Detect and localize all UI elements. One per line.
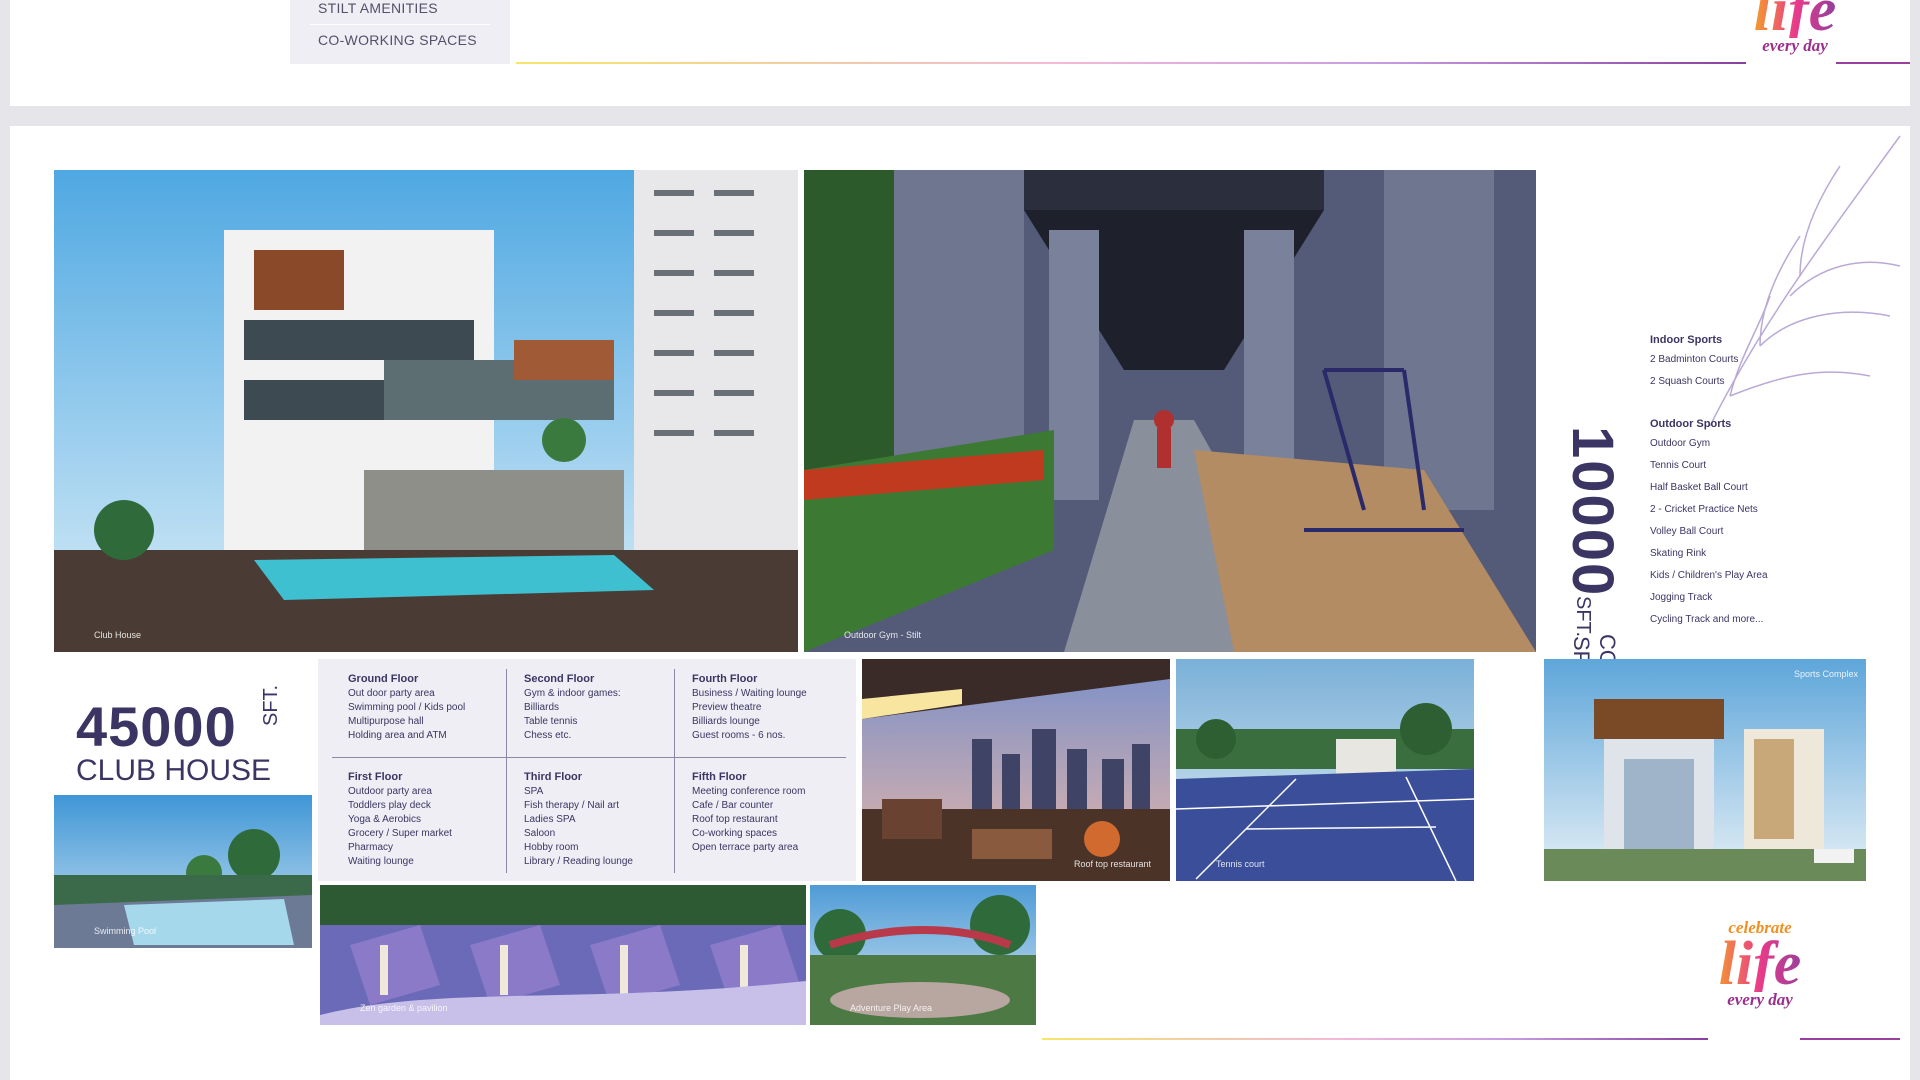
logo-word: life: [1710, 933, 1810, 995]
floor-block-fifth: Fifth Floor Meeting conference room Cafe…: [692, 771, 805, 855]
sport-item: 2 - Cricket Practice Nets: [1650, 504, 1758, 515]
roof-top-restaurant-photo: Roof top restaurant: [862, 659, 1170, 881]
floor-block-third: Third Floor SPA Fish therapy / Nail art …: [524, 771, 633, 869]
floor-item: Waiting lounge: [348, 856, 414, 867]
adventure-play-photo: Adventure Play Area: [810, 885, 1036, 1025]
photo-caption: Tennis court: [1216, 859, 1265, 869]
floor-block-ground: Ground Floor Out door party area Swimmin…: [348, 673, 465, 743]
floors-panel: Ground Floor Out door party area Swimmin…: [318, 659, 856, 881]
gradient-rule: [1042, 1038, 1708, 1040]
photo-caption: Adventure Play Area: [850, 1003, 933, 1013]
swimming-pool-photo: Swimming Pool: [54, 795, 312, 948]
floor-item: Multipurpose hall: [348, 716, 424, 727]
floor-item: Fish therapy / Nail art: [524, 800, 620, 811]
amenities-list-box: STILT AMENITIES CO-WORKING SPACES: [290, 0, 510, 64]
gradient-rule: [516, 62, 1746, 64]
floor-item: Pharmacy: [348, 842, 394, 853]
photo-caption: Zen garden & pavilion: [360, 1003, 448, 1013]
floor-item: Yoga & Aerobics: [348, 814, 422, 825]
celebrate-life-logo-top: life every day: [1750, 0, 1840, 54]
sport-item: 2 Badminton Courts: [1650, 354, 1739, 365]
floor-title: First Floor: [348, 771, 403, 783]
sport-item: Outdoor Gym: [1650, 438, 1711, 449]
floor-title: Second Floor: [524, 673, 595, 685]
club-house-photo: Club House: [54, 170, 798, 652]
gradient-rule-end: [1836, 62, 1910, 64]
floor-item: Grocery / Super market: [348, 828, 452, 839]
floor-item: Co-working spaces: [692, 828, 778, 839]
indoor-sports-heading: Indoor Sports: [1650, 334, 1723, 346]
floor-item: Hobby room: [524, 842, 579, 853]
floor-item: Chess etc.: [524, 730, 572, 741]
floor-item: Gym & indoor games:: [524, 688, 621, 699]
floor-item: Roof top restaurant: [692, 814, 778, 825]
sports-area-unit: SFT.: [1572, 596, 1594, 638]
floor-title: Fourth Floor: [692, 673, 758, 685]
sports-area-number: 10000: [1560, 426, 1625, 598]
floor-item: SPA: [524, 786, 544, 797]
gradient-rule-end: [1800, 1038, 1900, 1040]
logo-tagline: every day: [1762, 36, 1828, 55]
amenity-divider: [310, 24, 490, 25]
floor-item: Swimming pool / Kids pool: [348, 702, 466, 713]
floor-item: Out door party area: [348, 688, 435, 699]
floor-block-fourth: Fourth Floor Business / Waiting lounge P…: [692, 673, 807, 743]
floor-item: Business / Waiting lounge: [692, 688, 807, 699]
sports-complex-photo: Sports Complex: [1544, 659, 1866, 881]
club-house-area-number: 45000: [76, 695, 237, 758]
floor-item: Outdoor party area: [348, 786, 432, 797]
photo-caption: Sports Complex: [1794, 669, 1859, 679]
floor-item: Cafe / Bar counter: [692, 800, 774, 811]
zen-garden-photo: Zen garden & pavilion: [320, 885, 806, 1025]
photo-caption: Outdoor Gym - Stilt: [844, 630, 922, 640]
outdoor-sports-heading: Outdoor Sports: [1650, 418, 1732, 430]
indoor-sports-list: Indoor Sports 2 Badminton Courts 2 Squas…: [1650, 334, 1738, 398]
sport-item: 2 Squash Courts: [1650, 376, 1725, 387]
photo-caption: Roof top restaurant: [1074, 859, 1152, 869]
floor-title: Ground Floor: [348, 673, 419, 685]
sport-item: Volley Ball Court: [1650, 526, 1724, 537]
floor-item: Guest rooms - 6 nos.: [692, 730, 786, 741]
tennis-court-photo: Tennis court: [1176, 659, 1474, 881]
photo-caption: Club House: [94, 630, 142, 640]
row-divider: [332, 757, 846, 758]
outdoor-gym-photo: Outdoor Gym - Stilt: [804, 170, 1536, 652]
floor-item: Saloon: [524, 828, 556, 839]
sport-item: Kids / Children's Play Area: [1650, 570, 1768, 581]
floor-item: Ladies SPA: [524, 814, 576, 825]
leaf-decoration-icon: [1709, 135, 1901, 427]
floor-title: Third Floor: [524, 771, 583, 783]
main-page: Club House Outdoor Gym - Stilt 10000 SFT…: [10, 126, 1910, 1080]
photo-caption: Swimming Pool: [94, 926, 157, 936]
outdoor-sports-list: Outdoor Sports Outdoor Gym Tennis Court …: [1650, 418, 1768, 636]
floor-item: Open terrace party area: [692, 842, 799, 853]
club-house-label: CLUB HOUSE: [76, 754, 272, 787]
sport-item: Jogging Track: [1650, 592, 1713, 603]
floor-block-second: Second Floor Gym & indoor games: Billiar…: [524, 673, 621, 743]
floor-item: Holding area and ATM: [348, 730, 447, 741]
floor-title: Fifth Floor: [692, 771, 747, 783]
floor-block-first: First Floor Outdoor party area Toddlers …: [348, 771, 452, 869]
floor-item: Table tennis: [524, 716, 578, 727]
floor-item: Toddlers play deck: [348, 800, 431, 811]
amenity-item: CO-WORKING SPACES: [318, 32, 477, 48]
celebrate-life-logo: celebrate life every day: [1710, 919, 1810, 1008]
top-page: STILT AMENITIES CO-WORKING SPACES life e…: [10, 0, 1910, 106]
floor-item: Meeting conference room: [692, 786, 806, 797]
sport-item: Tennis Court: [1650, 460, 1707, 471]
sport-item: Half Basket Ball Court: [1650, 482, 1748, 493]
column-divider: [674, 669, 675, 873]
club-house-area-unit: SFT.: [260, 684, 282, 726]
column-divider: [506, 669, 507, 873]
amenity-item: STILT AMENITIES: [318, 0, 438, 16]
sport-item: Cycling Track and more...: [1650, 614, 1764, 625]
floor-item: Billiards lounge: [692, 716, 760, 727]
sport-item: Skating Rink: [1650, 548, 1707, 559]
floor-item: Library / Reading lounge: [524, 856, 633, 867]
logo-word: life: [1750, 0, 1840, 41]
floor-item: Preview theatre: [692, 702, 762, 713]
floor-item: Billiards: [524, 702, 560, 713]
